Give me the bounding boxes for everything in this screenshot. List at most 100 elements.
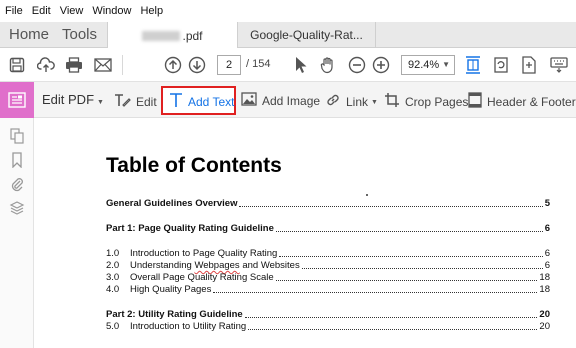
crop-icon <box>384 92 400 112</box>
header-footer-icon <box>468 92 482 112</box>
tab-active-document-label: .pdf <box>182 28 203 43</box>
toc-entry-label-post: and Websites <box>239 260 300 271</box>
tab-active-document[interactable]: .pdf <box>107 22 238 49</box>
toc-leader <box>275 280 538 281</box>
toc-entry-number: 3.0 <box>106 272 120 283</box>
toc-entry-page: 20 <box>539 309 550 320</box>
toc-entry-label: Part 2: Utility Rating Guideline <box>106 309 243 320</box>
stray-dot <box>366 194 368 196</box>
menu-help[interactable]: Help <box>140 5 163 17</box>
toc-entry-label: General Guidelines Overview <box>106 198 238 209</box>
link-button[interactable]: Link ▼ <box>325 92 378 112</box>
keyboard-icon[interactable] <box>549 55 569 75</box>
zoom-level-value: 92.4% <box>408 59 440 71</box>
previous-page-icon[interactable] <box>163 55 183 75</box>
menu-bar: File Edit View Window Help <box>0 0 576 22</box>
menu-window[interactable]: Window <box>92 5 131 17</box>
caret-down-icon: ▼ <box>371 98 378 106</box>
next-page-icon[interactable] <box>187 55 207 75</box>
cloud-upload-icon[interactable] <box>36 55 56 75</box>
toc-entry-number: 2.0 <box>106 260 120 271</box>
edit-text-icon <box>114 92 131 112</box>
page-total: / 154 <box>246 58 271 70</box>
link-label: Link <box>346 95 369 109</box>
toc-entry-label: Overall Page Quality Rating Scale <box>130 272 274 283</box>
toc-entry-number: 1.0 <box>106 248 120 259</box>
tab-bar: Home Tools .pdf Google-Quality-Rat... <box>0 22 576 49</box>
toc-entry-page: 6 <box>544 223 550 234</box>
add-text-button[interactable]: Add Text <box>169 92 234 112</box>
toc-leader <box>279 256 543 257</box>
zoom-out-icon[interactable] <box>347 55 367 75</box>
toc-entry-page: 6 <box>544 260 550 271</box>
toc-entry-label-pre: Understanding <box>130 260 195 271</box>
spellcheck-word: Webpages <box>194 260 240 271</box>
layers-icon[interactable] <box>9 200 25 216</box>
image-icon <box>241 92 257 110</box>
edit-pdf-mode-icon[interactable] <box>0 82 34 118</box>
toc-entry-label: Part 1: Page Quality Rating Guideline <box>106 223 274 234</box>
print-icon[interactable] <box>64 55 84 75</box>
toc-leader <box>213 292 538 293</box>
edit-pdf-label: Edit PDF <box>42 92 95 107</box>
toc-entry-page: 20 <box>539 321 550 332</box>
select-cursor-icon[interactable] <box>291 55 311 75</box>
toc-entry[interactable]: General Guidelines Overview 5 <box>106 197 550 209</box>
crop-pages-button[interactable]: Crop Pages <box>384 92 468 112</box>
toc-entry[interactable]: Part 2: Utility Rating Guideline 20 <box>106 308 550 320</box>
toc-entry-page: 18 <box>539 284 550 295</box>
text-t-icon <box>169 92 183 112</box>
menu-view[interactable]: View <box>60 5 84 17</box>
toc-entry[interactable]: 4.0 High Quality Pages 18 <box>106 283 550 295</box>
header-footer-button[interactable]: Header & Footer▼ <box>468 92 576 112</box>
export-icon[interactable] <box>519 55 539 75</box>
toc-entry-page: 5 <box>544 198 550 209</box>
edit-pdf-menu[interactable]: Edit PDF ▼ <box>42 92 104 107</box>
attachment-icon[interactable] <box>9 176 25 192</box>
bookmark-icon[interactable] <box>9 152 25 169</box>
toc-leader <box>244 317 538 318</box>
toc-leader <box>239 206 543 207</box>
toc-leader <box>301 268 543 269</box>
page-title: Table of Contents <box>106 154 282 177</box>
toc-leader <box>248 329 538 330</box>
toc-entry[interactable]: Part 1: Page Quality Rating Guideline 6 <box>106 222 550 234</box>
toc-entry-page: 6 <box>544 248 550 259</box>
header-footer-label: Header & Footer <box>487 95 576 109</box>
main-toolbar <box>0 48 576 82</box>
add-text-label: Add Text <box>188 95 235 109</box>
hand-tool-icon[interactable] <box>318 55 338 75</box>
tab-tools[interactable]: Tools <box>62 26 97 43</box>
menu-edit[interactable]: Edit <box>32 5 51 17</box>
link-icon <box>325 92 341 112</box>
add-image-button[interactable]: Add Image <box>241 92 320 110</box>
fit-page-icon[interactable] <box>463 55 483 75</box>
toc-entry[interactable]: 1.0 Introduction to Page Quality Rating 6 <box>106 247 550 259</box>
rotate-view-icon[interactable] <box>491 55 511 75</box>
toc-entry-label: High Quality Pages <box>130 284 212 295</box>
edit-label: Edit <box>136 95 157 109</box>
toc-leader <box>275 231 543 232</box>
tab-google-quality-document[interactable]: Google-Quality-Rat... <box>238 22 376 48</box>
add-image-label: Add Image <box>262 94 321 108</box>
zoom-level-select[interactable]: 92.4% ▼ <box>401 55 455 75</box>
toc-entry[interactable]: 2.0 Understanding Webpages and Websites 6 <box>106 259 550 271</box>
toc-entry-number: 5.0 <box>106 321 120 332</box>
toc-entry-label: Introduction to Page Quality Rating <box>130 248 278 259</box>
blurred-filename <box>142 30 181 41</box>
toc-entry-page: 18 <box>539 272 550 283</box>
page-number-input[interactable]: 2 <box>217 55 241 75</box>
toc-entry-number: 4.0 <box>106 284 120 295</box>
save-icon[interactable] <box>7 55 27 75</box>
tab-home[interactable]: Home <box>9 26 49 43</box>
crop-pages-label: Crop Pages <box>405 95 469 109</box>
toc-entry[interactable]: 5.0 Introduction to Utility Rating 20 <box>106 320 550 332</box>
toc-entry[interactable]: 3.0 Overall Page Quality Rating Scale 18 <box>106 271 550 283</box>
toc-entry-label: Introduction to Utility Rating <box>130 321 247 332</box>
chevron-down-icon: ▼ <box>442 60 450 69</box>
menu-file[interactable]: File <box>5 5 23 17</box>
email-icon[interactable] <box>93 55 113 75</box>
zoom-in-icon[interactable] <box>371 55 391 75</box>
page-thumbnails-icon[interactable] <box>9 128 25 144</box>
edit-button[interactable]: Edit <box>114 92 157 112</box>
